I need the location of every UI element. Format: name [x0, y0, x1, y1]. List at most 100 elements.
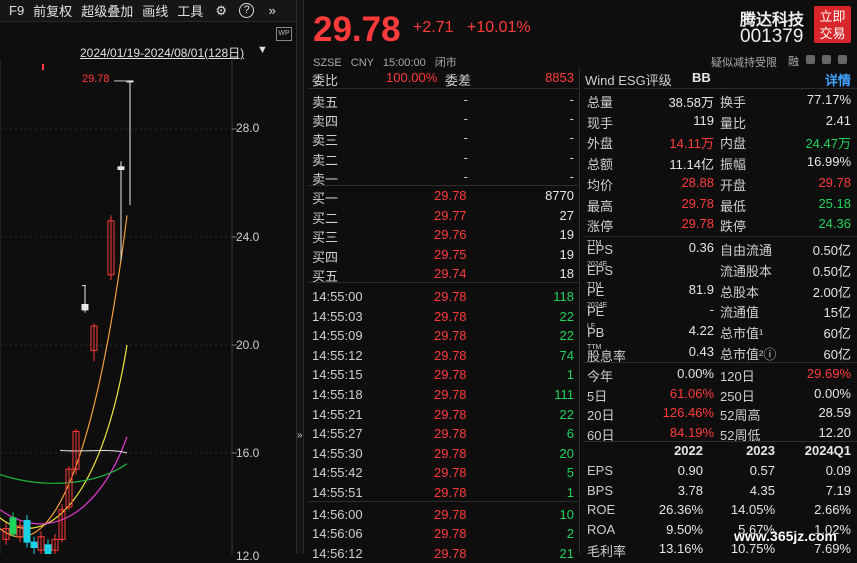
stat-value: 24.36 [818, 216, 851, 232]
tick-volume: 1 [566, 367, 574, 383]
bid-label: 买四 [312, 249, 339, 265]
wp-icon[interactable]: WP [276, 27, 292, 41]
fund-label: PE TTM [587, 282, 604, 299]
menu-icon[interactable] [838, 55, 847, 64]
fin-header-row: 2022 2023 2024Q1 [584, 441, 857, 460]
perf-row: 今年 0.00% 120日 29.69% [584, 364, 857, 384]
last-price: 29.78 [313, 10, 401, 49]
price-change-pct: +10.01% [467, 19, 531, 36]
tick-row: 14:55:15 29.78 1 [308, 365, 578, 384]
y-tick-label: 28.0 [236, 121, 260, 135]
tick-volume: 1 [566, 485, 574, 500]
bid-row[interactable]: 买四 29.75 19 [308, 245, 578, 265]
overlay-button[interactable]: 超级叠加 [81, 1, 133, 20]
ask-row[interactable]: 卖四 - - [308, 109, 578, 129]
marks [42, 64, 130, 287]
fund-row: EPS 2024E 流通股本 0.50亿 [584, 259, 857, 279]
tools-button[interactable]: 工具 [177, 1, 203, 20]
fin-year: 2023 [746, 443, 775, 458]
ask-row[interactable]: 卖五 - - [308, 90, 578, 110]
tick-price: 29.78 [434, 526, 467, 542]
ask-volume: - [569, 92, 574, 107]
fund-label: 总股本 [720, 284, 760, 300]
stat-label: 量比 [720, 115, 747, 131]
tick-time: 14:56:00 [312, 506, 363, 522]
ask-volume: - [569, 149, 574, 165]
tick-price: 29.78 [434, 347, 467, 363]
ask-row[interactable]: 卖一 - - [308, 167, 578, 187]
gear-icon[interactable]: ⚙ [213, 3, 229, 19]
divider [584, 236, 857, 237]
tick-volume: 21 [559, 545, 574, 561]
dropdown-triangle-icon[interactable]: ▼ [257, 44, 268, 56]
tick-price: 29.78 [434, 387, 467, 402]
help-icon[interactable]: ? [239, 3, 255, 18]
ask-volume: - [569, 130, 574, 146]
ask-price: - [463, 92, 468, 107]
date-range[interactable]: 2024/01/19-2024/08/01(128日) [80, 44, 244, 61]
tick-volume: 5 [566, 465, 574, 481]
bid-label: 买三 [312, 230, 339, 246]
order-diff-value: 8853 [545, 70, 574, 85]
bid-price: 29.76 [434, 227, 467, 243]
bid-row[interactable]: 买三 29.76 19 [308, 225, 578, 246]
fin-value: 0.09 [825, 463, 851, 478]
tick-time: 14:55:15 [312, 367, 363, 383]
detail-link[interactable]: 详情 [825, 70, 851, 89]
stat-row: 均价 28.88 开盘 29.78 [584, 173, 857, 193]
expand-icon[interactable]: » [297, 430, 303, 441]
perf-row: 5日 61.06% 250日 0.00% [584, 384, 857, 404]
bid-label: 买二 [312, 210, 339, 226]
y-tick-label: 16.0 [236, 446, 260, 460]
tick-time: 14:56:06 [312, 526, 363, 542]
fin-value: 2.66% [814, 502, 851, 518]
square-icon[interactable] [806, 55, 815, 64]
fund-value: - [709, 302, 714, 318]
tick-time: 14:55:03 [312, 308, 363, 324]
more-icon[interactable]: » [264, 3, 280, 19]
ask-price: - [463, 149, 468, 165]
order-ratio-value: 100.00% [386, 70, 438, 85]
kline-chart[interactable]: 28.0 24.0 20.0 16.0 12.0 29.78 [0, 60, 300, 563]
fin-value: 0.57 [749, 463, 775, 478]
esg-row: Wind ESG评级 BB 详情 [584, 68, 857, 89]
stat-value: 14.11万 [669, 136, 714, 152]
fund-label-text: EPS [587, 242, 614, 257]
stat-label: 最高 [587, 198, 614, 214]
fund-value: 0.43 [688, 344, 714, 359]
tick-volume: 22 [559, 308, 574, 324]
fund-label: EPS 2024E [587, 261, 613, 278]
fin-value: 3.78 [677, 482, 703, 498]
perf-value: 61.06% [669, 385, 714, 401]
tick-volume: 111 [554, 387, 574, 402]
f9-button[interactable]: F9 [9, 3, 24, 18]
fin-row: BPS 3.78 4.35 7.19 [584, 481, 857, 500]
bid-row[interactable]: 买二 29.77 27 [308, 206, 578, 226]
panel-divider[interactable] [296, 0, 304, 554]
trade-button[interactable]: 立即 交易 [814, 6, 851, 43]
bid-row[interactable]: 买一 29.78 8770 [308, 186, 578, 206]
bid-volume: 19 [559, 227, 574, 243]
fin-year: 2024Q1 [804, 443, 851, 458]
ask-row[interactable]: 卖三 - - [308, 128, 578, 148]
tick-time: 14:55:30 [312, 445, 363, 461]
candle-body [81, 304, 89, 311]
esg-label: Wind ESG评级 [585, 73, 672, 88]
tick-time: 14:55:21 [312, 406, 363, 422]
tick-row: 14:55:42 29.78 5 [308, 463, 578, 482]
bell-icon[interactable] [822, 55, 831, 64]
restore-button[interactable]: 前复权 [33, 1, 72, 20]
perf-label: 250日 [720, 388, 755, 404]
fin-year: 2022 [674, 443, 703, 458]
draw-button[interactable]: 画线 [142, 1, 168, 20]
stat-value: 2.41 [825, 112, 851, 128]
tick-price: 29.78 [434, 426, 467, 442]
perf-label: 5日 [587, 388, 608, 404]
tick-price: 29.78 [434, 308, 467, 324]
order-diff-label: 委差 [445, 73, 472, 88]
ask-volume: - [569, 168, 574, 184]
bid-price: 29.74 [434, 266, 467, 282]
fund-row: EPS TTM 0.36 自由流通 0.50亿 [584, 238, 857, 258]
bid-row[interactable]: 买五 29.74 18 [308, 264, 578, 284]
ask-row[interactable]: 卖二 - - [308, 148, 578, 168]
